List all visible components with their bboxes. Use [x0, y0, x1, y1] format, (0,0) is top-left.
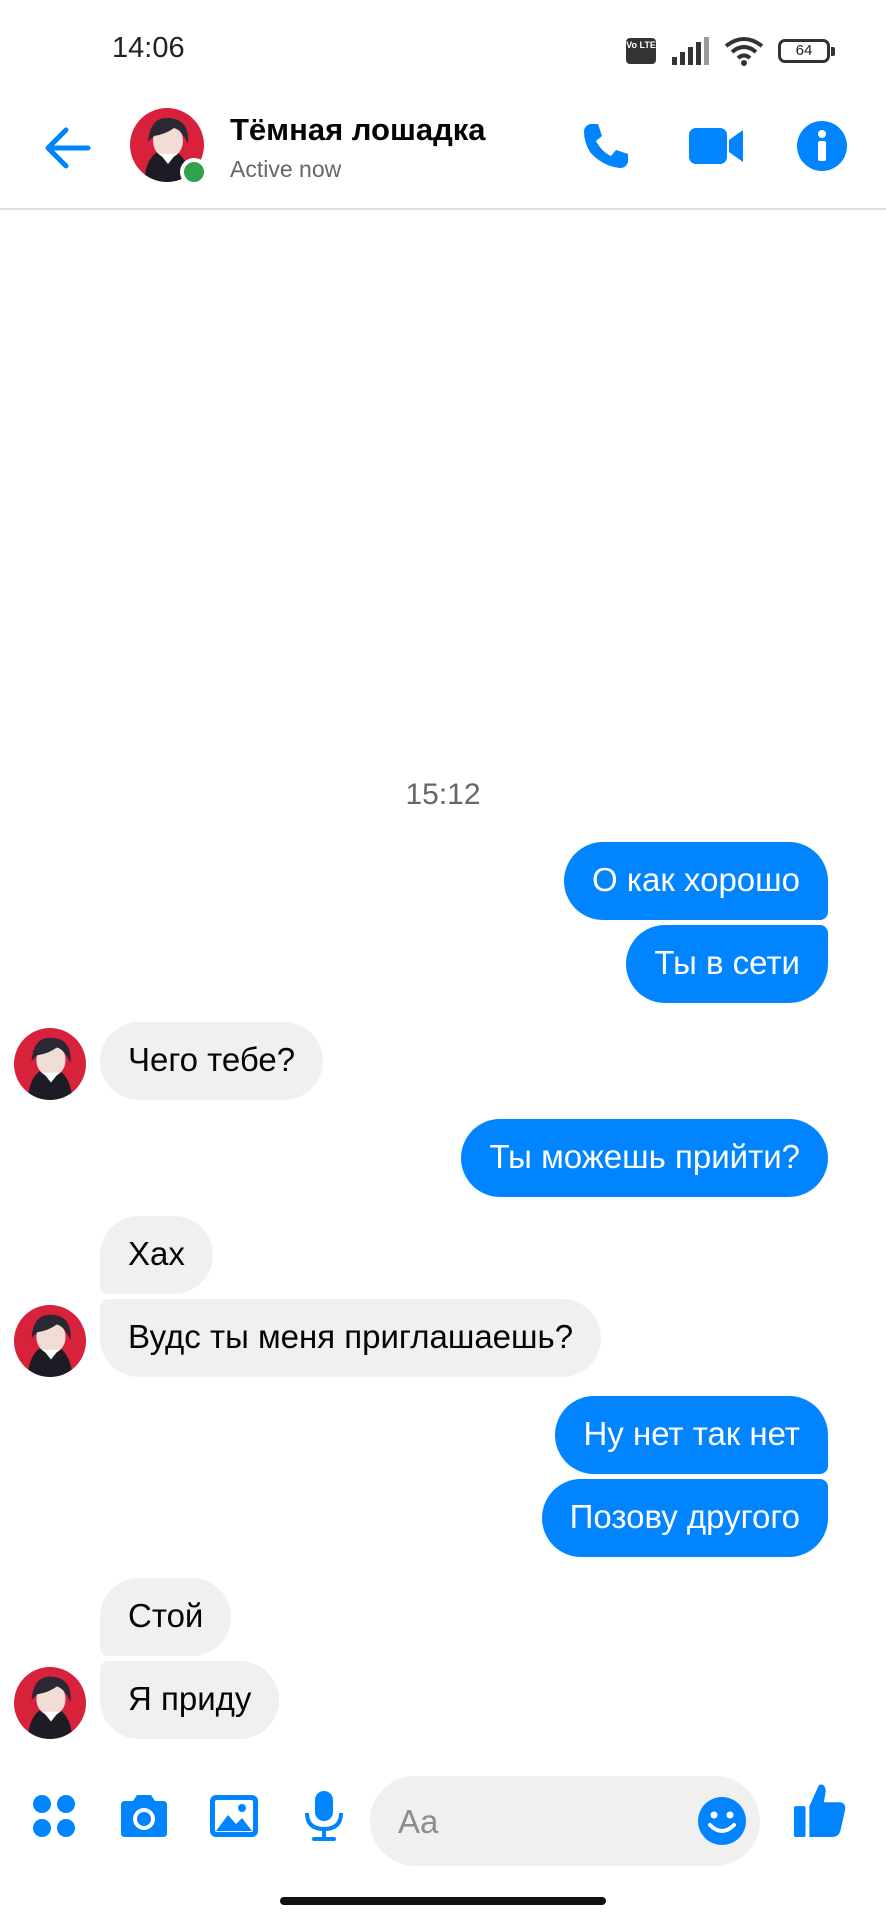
status-icons: Vo LTE 64 [626, 36, 835, 66]
phone-icon[interactable] [576, 116, 636, 176]
message-bubble-outgoing[interactable]: Позову другого [541, 1479, 828, 1557]
home-indicator[interactable] [280, 1897, 606, 1905]
message-bubble-incoming[interactable]: Вудс ты меня приглашаешь? [100, 1299, 602, 1377]
message-bubble-incoming[interactable]: Стой [100, 1578, 232, 1656]
message-bubble-outgoing[interactable]: Ты можешь прийти? [461, 1119, 828, 1197]
camera-icon[interactable] [116, 1788, 172, 1844]
video-camera-icon[interactable] [686, 116, 746, 176]
message-bubble-incoming[interactable]: Хах [100, 1216, 213, 1294]
contact-name[interactable]: Тёмная лошадка [230, 112, 486, 148]
message-timestamp: 15:12 [405, 778, 481, 811]
message-input-wrapper[interactable] [370, 1776, 760, 1866]
message-bubble-outgoing[interactable]: Ты в сети [626, 925, 828, 1003]
status-time: 14:06 [112, 32, 185, 64]
conversation-header: Тёмная лошадка Active now [0, 90, 886, 210]
message-bubble-outgoing[interactable]: О как хорошо [564, 842, 828, 920]
message-bubble-outgoing[interactable]: Ну нет так нет [555, 1396, 828, 1474]
gallery-icon[interactable] [206, 1788, 262, 1844]
battery-icon: 64 [778, 39, 835, 63]
back-arrow-icon[interactable] [40, 120, 96, 176]
microphone-icon[interactable] [296, 1788, 352, 1844]
info-icon[interactable] [792, 116, 852, 176]
message-bubble-incoming[interactable]: Я приду [100, 1661, 280, 1739]
message-composer [0, 1760, 886, 1880]
volte-icon: Vo LTE [626, 38, 656, 64]
message-bubble-incoming[interactable]: Чего тебе? [100, 1022, 324, 1100]
contact-avatar-small[interactable] [14, 1028, 86, 1100]
online-indicator [180, 158, 208, 186]
contact-avatar-small[interactable] [14, 1305, 86, 1377]
signal-icon [672, 37, 709, 65]
thumbs-up-icon[interactable] [792, 1782, 848, 1838]
emoji-icon[interactable] [694, 1793, 750, 1849]
contact-avatar-small[interactable] [14, 1667, 86, 1739]
message-input[interactable] [396, 1798, 660, 1846]
apps-menu-icon[interactable] [26, 1788, 82, 1844]
contact-status: Active now [230, 156, 342, 182]
wifi-icon [724, 37, 764, 66]
